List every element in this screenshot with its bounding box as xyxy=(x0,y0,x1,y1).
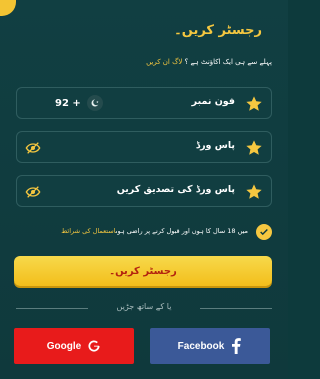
login-prompt-row: پہلے سے ہی ایک اکاؤنٹ ہے ؟ لاگ ان کریں xyxy=(146,58,272,66)
eye-off-icon[interactable] xyxy=(25,140,41,156)
pakistan-flag-icon xyxy=(86,95,103,111)
google-button-label: Google xyxy=(46,340,82,352)
eye-off-icon[interactable] xyxy=(25,184,41,200)
agree-text-container: میں 18 سال کا ہوں اور قبول کرنے پر راضی … xyxy=(61,227,248,235)
agree-text: میں 18 سال کا ہوں اور قبول کرنے پر راضی … xyxy=(115,227,248,235)
divider-text: یا کے ساتھ جڑیں xyxy=(116,302,172,311)
check-icon xyxy=(260,228,268,236)
terms-link[interactable]: استعمال کی شرائط xyxy=(61,227,115,235)
phone-field[interactable]: فون نمبر 92 + xyxy=(16,87,272,119)
social-divider: یا کے ساتھ جڑیں xyxy=(16,302,272,314)
google-icon xyxy=(88,340,100,352)
register-panel: رجسٹر کریں۔ پہلے سے ہی ایک اکاؤنٹ ہے ؟ ل… xyxy=(0,0,288,379)
star-icon xyxy=(246,96,262,111)
star-icon xyxy=(246,140,262,155)
google-button[interactable]: Google xyxy=(14,328,134,364)
confirm-password-label: پاس ورڈ کی تصدیق کریں xyxy=(116,184,235,195)
phone-prefix-text: 92 + xyxy=(55,97,81,109)
register-button[interactable]: رجسٹر کریں۔ xyxy=(14,256,272,286)
facebook-button-label: Facebook xyxy=(177,340,225,352)
star-icon xyxy=(246,184,262,199)
login-link[interactable]: لاگ ان کریں xyxy=(146,58,182,66)
facebook-icon xyxy=(232,338,242,354)
corner-decoration xyxy=(0,0,16,16)
password-field[interactable]: پاس ورڈ xyxy=(16,131,272,163)
country-code[interactable]: 92 + xyxy=(55,95,103,111)
password-label: پاس ورڈ xyxy=(195,140,235,151)
page-title: رجسٹر کریں۔ xyxy=(174,23,262,38)
confirm-password-field[interactable]: پاس ورڈ کی تصدیق کریں xyxy=(16,175,272,207)
terms-checkbox[interactable] xyxy=(256,224,272,240)
login-prompt: پہلے سے ہی ایک اکاؤنٹ ہے ؟ xyxy=(184,58,272,66)
terms-agreement-row: میں 18 سال کا ہوں اور قبول کرنے پر راضی … xyxy=(16,222,272,244)
phone-label: فون نمبر xyxy=(191,96,235,107)
facebook-button[interactable]: Facebook xyxy=(150,328,270,364)
